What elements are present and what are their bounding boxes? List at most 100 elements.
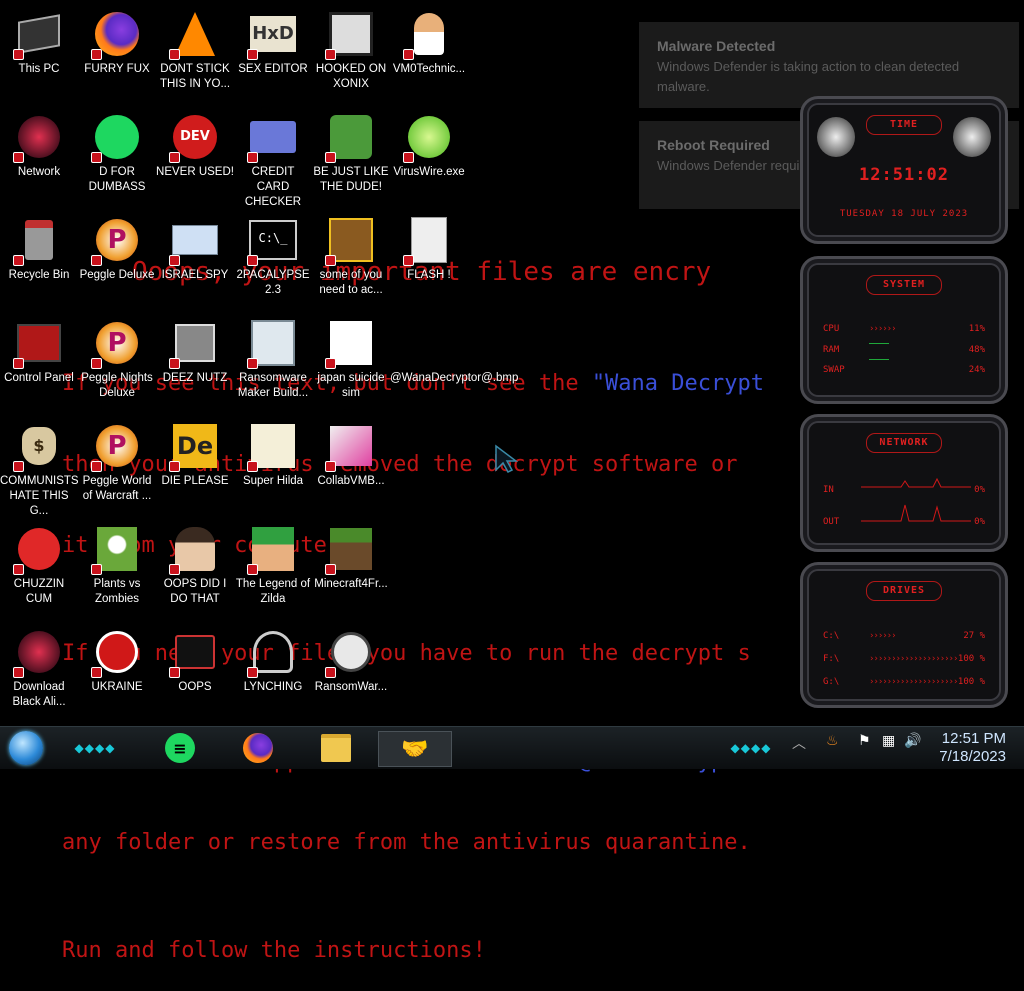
desktop-icon[interactable]: Download Black Ali... xyxy=(0,622,78,722)
row-key: SWAP xyxy=(823,365,845,375)
desktop-icon[interactable]: RansomWar... xyxy=(312,622,390,722)
desktop-icon-label: D FOR DUMBASS xyxy=(88,166,146,193)
control-panel-icon xyxy=(13,319,63,369)
network-out-row: OUT 0% xyxy=(823,504,985,531)
java-icon[interactable]: ♨ xyxy=(826,733,839,749)
desktop-icon-label: FLASH ! xyxy=(407,269,451,281)
peggle-icon: P xyxy=(91,319,141,369)
taskbar-active-app[interactable]: 🤝 xyxy=(378,731,452,767)
desktop-icon-label: DEEZ NUTZ xyxy=(162,372,228,384)
wannacry-badge-icon xyxy=(91,358,102,369)
desktop-icon[interactable]: The Legend of Zilda xyxy=(234,519,312,619)
desktop-icon[interactable]: $ COMMUNISTS HATE THIS G... xyxy=(0,416,79,517)
network-gadget[interactable]: NETWORK IN 0% OUT 0% xyxy=(800,414,1008,552)
spotify-icon: ≡ xyxy=(165,733,195,763)
ram-graph-line xyxy=(869,343,889,344)
desktop-icon[interactable]: HOOKED ON XONIX xyxy=(312,4,390,104)
doctor-icon xyxy=(403,10,453,60)
taskbar-firefox[interactable] xyxy=(238,731,278,765)
lynching-icon xyxy=(247,628,297,678)
desktop-icon[interactable]: FURRY FUX xyxy=(78,4,156,104)
wannacry-badge-icon xyxy=(169,461,180,472)
desktop-icon[interactable]: Ransomware Maker Build... xyxy=(234,313,312,413)
wannacry-badge-icon xyxy=(169,564,180,575)
time-gadget[interactable]: TIME 12:51:02 TUESDAY 18 JULY 2023 xyxy=(800,96,1008,244)
desktop-icon[interactable]: UKRAINE xyxy=(78,622,156,722)
wannacry-badge-icon xyxy=(91,667,102,678)
desktop-icon[interactable]: CollabVMB... xyxy=(312,416,390,516)
desktop-icon[interactable]: DONT STICK THIS IN YO... xyxy=(156,4,234,104)
desktop-icon[interactable]: HxD SEX EDITOR xyxy=(234,4,312,104)
alien-head-icon xyxy=(953,117,991,157)
lime-icon xyxy=(403,113,453,163)
desktop-icon[interactable]: VM0Technic... xyxy=(390,4,468,104)
desktop-icon[interactable]: Recycle Bin xyxy=(0,210,78,310)
vlc-cone-icon xyxy=(169,10,219,60)
desktop-icon[interactable]: CHUZZIN CUM xyxy=(0,519,78,619)
desktop-icon-label: NEVER USED! xyxy=(156,166,234,178)
drive-row: G:\ ›››››››››››››››››››› 100 % xyxy=(823,677,985,691)
swap-graph-line xyxy=(869,359,889,360)
document-icon xyxy=(325,319,375,369)
gadget-title: SYSTEM xyxy=(866,275,942,295)
desktop-icon[interactable]: Control Panel xyxy=(0,313,78,413)
desktop-icon[interactable]: C:\_ 2PACALYPSE 2.3 xyxy=(234,210,312,310)
taskbar-clock[interactable]: 12:51 PM 7/18/2023 xyxy=(939,730,1006,766)
desktop-icon[interactable]: P Peggle World of Warcraft ... xyxy=(78,416,156,516)
grass-block-icon xyxy=(325,525,375,575)
up-chevron-icon[interactable]: ︿ xyxy=(792,733,806,753)
desktop-icon[interactable]: LYNCHING xyxy=(234,622,312,722)
desktop-icon-label: COMMUNISTS HATE THIS G... xyxy=(0,475,79,517)
speaker-icon[interactable]: 🔊 xyxy=(904,733,921,749)
desktop-icon[interactable]: De DIE PLEASE xyxy=(156,416,234,516)
taskbar-spotify[interactable]: ≡ xyxy=(160,731,200,765)
wannacry-badge-icon xyxy=(91,152,102,163)
desktop-icon[interactable]: P Peggle Nights Deluxe xyxy=(78,313,156,413)
desktop-icon-label: DONT STICK THIS IN YO... xyxy=(159,63,231,90)
flower-icon xyxy=(91,525,141,575)
desktop-icon[interactable]: some of you need to ac... xyxy=(312,210,390,310)
desktop-icon[interactable]: D FOR DUMBASS xyxy=(78,107,156,207)
desktop-icon[interactable]: OOPS xyxy=(156,622,234,722)
desktop-icon[interactable]: DEV NEVER USED! xyxy=(156,107,234,207)
elf-icon xyxy=(325,113,375,163)
notification-flag-icon[interactable]: ⚑ xyxy=(858,733,871,749)
drives-gadget[interactable]: DRIVES C:\ ›››››› 27 % F:\ ›››››››››››››… xyxy=(800,562,1008,708)
desktop-icon[interactable]: Super Hilda xyxy=(234,416,312,516)
collab-icon xyxy=(325,422,375,472)
desktop-icon[interactable]: @WanaDecryptor@.bmp xyxy=(390,313,518,413)
taskbar-file-explorer[interactable] xyxy=(316,731,356,765)
desktop-icon[interactable]: This PC xyxy=(0,4,78,104)
desktop-icon[interactable]: Network xyxy=(0,107,78,207)
desktop-icon-label: HOOKED ON XONIX xyxy=(315,63,387,90)
start-orb-icon xyxy=(9,731,43,765)
desktop-icon[interactable]: OOPS DID I DO THAT xyxy=(156,519,234,619)
desktop-icon[interactable]: DEEZ NUTZ xyxy=(156,313,234,413)
computer-dark-icon xyxy=(169,628,219,678)
wannacry-badge-icon xyxy=(325,358,336,369)
clock-time: 12:51 PM xyxy=(941,730,1006,747)
wannacry-badge-icon xyxy=(169,49,180,60)
desktop-icon[interactable]: CREDIT CARD CHECKER xyxy=(234,107,312,208)
desktop-icon-label: CHUZZIN CUM xyxy=(13,578,65,605)
desktop-icon[interactable]: FLASH ! xyxy=(390,210,468,310)
start-button[interactable] xyxy=(6,731,46,765)
desktop-icon[interactable]: P Peggle Deluxe xyxy=(78,210,156,310)
desktop-icon[interactable]: Minecraft4Fr... xyxy=(312,519,390,619)
system-gadget[interactable]: SYSTEM CPU ›››››› 11% RAM 48% SWAP 24% xyxy=(800,256,1008,404)
desktop-icon-label: OOPS xyxy=(178,681,212,693)
desktop-icon[interactable]: ISRAEL SPY xyxy=(156,210,234,310)
file-explorer-icon xyxy=(321,734,351,762)
desktop-icon[interactable]: VirusWire.exe xyxy=(390,107,468,207)
network-icon[interactable]: ▦ xyxy=(882,733,895,749)
row-value: 24% xyxy=(968,365,985,375)
row-key: C:\ xyxy=(823,631,840,641)
desktop-icon[interactable]: BE JUST LIKE THE DUDE! xyxy=(312,107,390,207)
flash-file-icon xyxy=(403,216,453,266)
windows-stack-icon xyxy=(169,319,219,369)
desktop-icon[interactable]: Plants vs Zombies xyxy=(78,519,156,619)
usage-bars: ›››››››››››››››››››› xyxy=(869,654,958,664)
desktop-icon[interactable]: japan suicide sim xyxy=(312,313,390,413)
desktop-icon-label: Plants vs Zombies xyxy=(93,578,141,605)
desktop-icon-label: Peggle Nights Deluxe xyxy=(81,372,153,399)
